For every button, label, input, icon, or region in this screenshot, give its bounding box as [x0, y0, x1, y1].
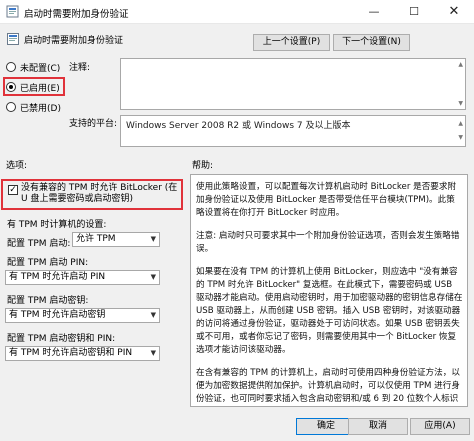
- supported-platform-box: Windows Server 2008 R2 或 Windows 7 及以上版本…: [120, 115, 466, 147]
- help-text-panel[interactable]: 使用此策略设置，可以配置每次计算机启动时 BitLocker 是否要求附加身份验…: [190, 174, 468, 407]
- options-section-label: 选项:: [6, 161, 28, 171]
- scroll-down-icon[interactable]: ▼: [458, 100, 463, 107]
- tpm-startup-value: 允许 TPM: [76, 234, 116, 244]
- scroll-up-icon[interactable]: ▲: [458, 118, 463, 130]
- minimize-button[interactable]: —: [354, 0, 394, 24]
- radio-label: 未配置(C): [20, 63, 61, 74]
- tpm-pin-dropdown[interactable]: 有 TPM 时允许启动 PIN ▼: [5, 270, 160, 285]
- tpm-startup-dropdown[interactable]: 允许 TPM ▼: [72, 232, 160, 247]
- radio-label: 已禁用(D): [20, 103, 61, 114]
- chevron-down-icon[interactable]: ▼: [151, 271, 156, 284]
- tpm-pin-label: 配置 TPM 启动 PIN:: [7, 258, 89, 268]
- tpm-startup-label: 配置 TPM 启动:: [7, 239, 71, 249]
- tpm-key-value: 有 TPM 时允许启动密钥: [9, 310, 106, 320]
- window-title: 启动时需要附加身份验证: [24, 9, 129, 20]
- highlight-box-checkbox: [1, 179, 183, 210]
- apply-button[interactable]: 应用(A): [410, 418, 470, 435]
- radio-not-configured[interactable]: 未配置(C): [6, 60, 60, 74]
- help-paragraph: 使用此策略设置，可以配置每次计算机启动时 BitLocker 是否要求附加身份验…: [196, 182, 457, 218]
- tpm-key-label: 配置 TPM 启动密钥:: [7, 296, 89, 306]
- scroll-up-icon[interactable]: ▲: [458, 61, 463, 68]
- chevron-down-icon[interactable]: ▼: [151, 347, 156, 360]
- scroll-down-icon[interactable]: ▼: [458, 132, 463, 144]
- help-paragraph: 如果要在没有 TPM 的计算机上使用 BitLocker，则应选中 "没有兼容的…: [196, 267, 463, 355]
- highlight-box-enabled: [3, 77, 65, 96]
- tpm-key-pin-label: 配置 TPM 启动密钥和 PIN:: [7, 334, 116, 344]
- chevron-down-icon[interactable]: ▼: [151, 309, 156, 322]
- tpm-key-dropdown[interactable]: 有 TPM 时允许启动密钥 ▼: [5, 308, 160, 323]
- comment-textarea[interactable]: ▲ ▼: [120, 58, 466, 110]
- platform-label: 支持的平台:: [69, 119, 118, 129]
- next-setting-button[interactable]: 下一个设置(N): [333, 34, 410, 51]
- comment-label: 注释:: [69, 63, 91, 73]
- policy-icon: [6, 5, 19, 18]
- help-paragraph: 在含有兼容的 TPM 的计算机上，启动时可使用四种身份验证方法，以便为加密数据提…: [196, 368, 460, 404]
- radio-circle[interactable]: [6, 62, 16, 72]
- ok-button[interactable]: 确定: [296, 418, 356, 435]
- close-button[interactable]: ✕: [434, 0, 474, 24]
- tpm-settings-heading: 有 TPM 时计算机的设置:: [7, 220, 107, 230]
- policy-title: 启动时需要附加身份验证: [24, 36, 124, 46]
- previous-setting-button[interactable]: 上一个设置(P): [253, 34, 330, 51]
- help-paragraph: 注意: 启动时只可要求其中一个附加身份验证选项，否则会发生策略错误。: [196, 231, 460, 254]
- supported-platform-text: Windows Server 2008 R2 或 Windows 7 及以上版本: [126, 121, 351, 131]
- chevron-down-icon[interactable]: ▼: [151, 233, 156, 246]
- tpm-pin-value: 有 TPM 时允许启动 PIN: [9, 272, 106, 282]
- radio-circle[interactable]: [6, 102, 16, 112]
- tpm-key-pin-dropdown[interactable]: 有 TPM 时允许启动密钥和 PIN ▼: [5, 346, 160, 361]
- tpm-key-pin-value: 有 TPM 时允许启动密钥和 PIN: [9, 348, 133, 358]
- radio-disabled[interactable]: 已禁用(D): [6, 100, 61, 114]
- policy-setting-icon: [7, 33, 19, 45]
- title-bar: 启动时需要附加身份验证 — ☐ ✕: [0, 0, 474, 24]
- cancel-button[interactable]: 取消: [348, 418, 408, 435]
- maximize-button[interactable]: ☐: [394, 0, 434, 24]
- help-section-label: 帮助:: [192, 161, 214, 171]
